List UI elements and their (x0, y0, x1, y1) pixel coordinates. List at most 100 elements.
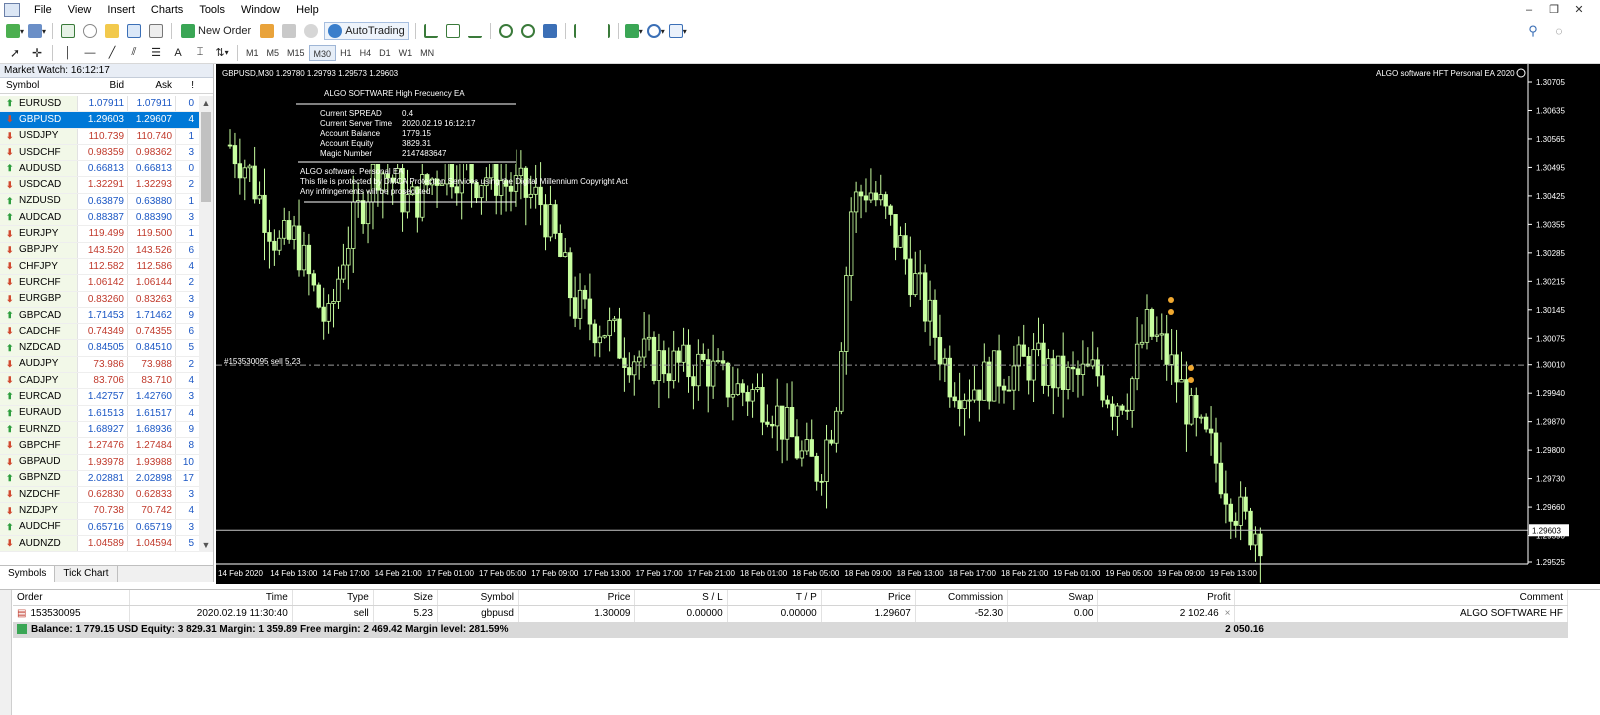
market-watch-button[interactable] (59, 22, 77, 40)
list-item[interactable]: ⬆ NZDCAD 0.84505 0.84510 5 (0, 340, 199, 357)
label-tool[interactable]: ⌶ (191, 44, 209, 62)
text-tool[interactable]: A (169, 44, 187, 62)
list-item[interactable]: ⬇ AUDJPY 73.986 73.988 2 (0, 356, 199, 374)
data-window-button[interactable] (81, 22, 99, 40)
menu-tools[interactable]: Tools (191, 0, 233, 20)
header-commission[interactable]: Commission (916, 590, 1009, 605)
price-chart[interactable]: GBPUSD,M30 1.29780 1.29793 1.29573 1.296… (216, 64, 1600, 584)
list-item[interactable]: ⬇ CHFJPY 112.582 112.586 4 (0, 258, 199, 276)
tab-tick-chart[interactable]: Tick Chart (55, 566, 118, 582)
profiles-button[interactable]: ▾ (28, 22, 46, 40)
header-symbol[interactable]: Symbol (438, 590, 519, 605)
sl-cell[interactable]: 0.00000 (635, 606, 728, 622)
zoom-out-button[interactable] (519, 22, 537, 40)
list-item[interactable]: ⬇ EURCHF 1.06142 1.06144 2 (0, 275, 199, 292)
header-time[interactable]: Time (130, 590, 293, 605)
list-item[interactable]: ⬆ AUDUSD 0.66813 0.66813 0 (0, 161, 199, 178)
tile-windows-button[interactable] (541, 22, 559, 40)
tab-symbols[interactable]: Symbols (0, 566, 56, 582)
candlesticks-button[interactable] (444, 22, 462, 40)
timeframe-m30[interactable]: M30 (308, 44, 337, 61)
chat-button[interactable]: ◌ (1550, 22, 1568, 40)
menu-view[interactable]: View (60, 0, 100, 20)
print-button[interactable] (280, 22, 298, 40)
cursor-tool[interactable]: ➚ (6, 44, 24, 62)
arrows-tool[interactable]: ⇅ ▾ (213, 44, 231, 62)
timeframe-h1[interactable]: H1 (336, 45, 356, 61)
list-item[interactable]: ⬇ GBPCHF 1.27476 1.27484 8 (0, 438, 199, 455)
list-item[interactable]: ⬆ AUDCAD 0.88387 0.88390 3 (0, 210, 199, 227)
list-item[interactable]: ⬇ GBPAUD 1.93978 1.93988 10 (0, 454, 199, 471)
column-bid[interactable]: Bid (77, 78, 127, 93)
list-item[interactable]: ⬇ GBPUSD 1.29603 1.29607 4 (0, 112, 199, 129)
close-icon[interactable]: ✕ (1570, 0, 1588, 20)
menu-file[interactable]: File (26, 0, 60, 20)
navigator-button[interactable] (103, 22, 121, 40)
periods-button[interactable]: ▾ (646, 22, 665, 40)
list-item[interactable]: ⬆ AUDCHF 0.65716 0.65719 3 (0, 519, 199, 537)
terminal-button[interactable] (125, 22, 143, 40)
list-item[interactable]: ⬆ EURCAD 1.42757 1.42760 3 (0, 389, 199, 406)
autotrading-button[interactable]: AutoTrading (324, 22, 409, 40)
chart-window[interactable]: GBPUSD,M30 1.29780 1.29793 1.29573 1.296… (216, 64, 1600, 584)
list-item[interactable]: ⬆ EURNZD 1.68927 1.68936 9 (0, 421, 199, 439)
list-item[interactable]: ⬇ GBPJPY 143.520 143.526 6 (0, 242, 199, 259)
vertical-line-tool[interactable]: │ (59, 44, 77, 62)
header-profit[interactable]: Profit (1098, 590, 1236, 605)
channel-tool[interactable]: ⫽ (125, 44, 143, 62)
header-size[interactable]: Size (374, 590, 438, 605)
list-item[interactable]: ⬆ GBPNZD 2.02881 2.02898 17 (0, 470, 199, 488)
timeframe-mn[interactable]: MN (416, 45, 438, 61)
header-sl[interactable]: S / L (635, 590, 728, 605)
list-item[interactable]: ⬇ EURGBP 0.83260 0.83263 3 (0, 291, 199, 308)
header-price[interactable]: Price (519, 590, 636, 605)
tp-cell[interactable]: 0.00000 (728, 606, 822, 622)
menu-help[interactable]: Help (288, 0, 327, 20)
restore-icon[interactable]: ❐ (1545, 0, 1563, 20)
close-order-icon[interactable]: × (1225, 608, 1231, 619)
timeframe-m15[interactable]: M15 (283, 45, 309, 61)
menu-window[interactable]: Window (233, 0, 288, 20)
zoom-in-button[interactable] (497, 22, 515, 40)
table-row[interactable]: ▤ 153530095 2020.02.19 11:30:40 sell 5.23… (13, 606, 1568, 622)
header-order[interactable]: Order (13, 590, 130, 605)
new-chart-button[interactable]: ▾ (6, 22, 24, 40)
auto-scroll-button[interactable] (594, 22, 612, 40)
templates-button[interactable]: ▾ (668, 22, 687, 40)
list-item[interactable]: ⬇ NZDJPY 70.738 70.742 4 (0, 503, 199, 520)
crosshair-tool[interactable]: ✛ (28, 44, 46, 62)
timeframe-w1[interactable]: W1 (395, 45, 417, 61)
list-item[interactable]: ⬆ NZDUSD 0.63879 0.63880 1 (0, 193, 199, 211)
column-ask[interactable]: Ask (127, 78, 175, 93)
scroll-thumb[interactable] (201, 112, 211, 202)
trendline-tool[interactable]: ╱ (103, 44, 121, 62)
scroll-up-icon[interactable]: ▲ (199, 96, 213, 110)
options-button[interactable] (302, 22, 320, 40)
list-item[interactable]: ⬇ USDJPY 110.739 110.740 1 (0, 128, 199, 145)
list-item[interactable]: ⬇ EURJPY 119.499 119.500 1 (0, 226, 199, 243)
menu-charts[interactable]: Charts (143, 0, 191, 20)
new-order-button[interactable]: New Order (178, 22, 254, 40)
header-swap[interactable]: Swap (1008, 590, 1099, 605)
tester-button[interactable] (147, 22, 165, 40)
list-item[interactable]: ⬇ NZDCHF 0.62830 0.62833 3 (0, 487, 199, 504)
column-symbol[interactable]: Symbol (0, 78, 77, 93)
timeframe-m1[interactable]: M1 (242, 45, 263, 61)
menu-insert[interactable]: Insert (99, 0, 143, 20)
market-watch-scrollbar[interactable]: ▲ ▼ (199, 96, 213, 552)
chart-shift-button[interactable] (572, 22, 590, 40)
list-item[interactable]: ⬇ USDCAD 1.32291 1.32293 2 (0, 177, 199, 194)
timeframe-m5[interactable]: M5 (263, 45, 284, 61)
bar-chart-button[interactable] (422, 22, 440, 40)
scroll-down-icon[interactable]: ▼ (199, 538, 213, 552)
fibonacci-tool[interactable]: ☰ (147, 44, 165, 62)
list-item[interactable]: ⬆ EURAUD 1.61513 1.61517 4 (0, 405, 199, 422)
list-item[interactable]: ⬆ EURUSD 1.07911 1.07911 0 (0, 96, 199, 113)
column-spread[interactable]: ! (175, 78, 197, 93)
timeframe-d1[interactable]: D1 (375, 45, 395, 61)
list-item[interactable]: ⬇ CADJPY 83.706 83.710 4 (0, 373, 199, 390)
list-item[interactable]: ⬇ CADCHF 0.74349 0.74355 6 (0, 324, 199, 341)
line-chart-button[interactable] (466, 22, 484, 40)
search-button[interactable]: ⚲ (1524, 22, 1542, 40)
list-item[interactable]: ⬇ USDCHF 0.98359 0.98362 3 (0, 144, 199, 162)
